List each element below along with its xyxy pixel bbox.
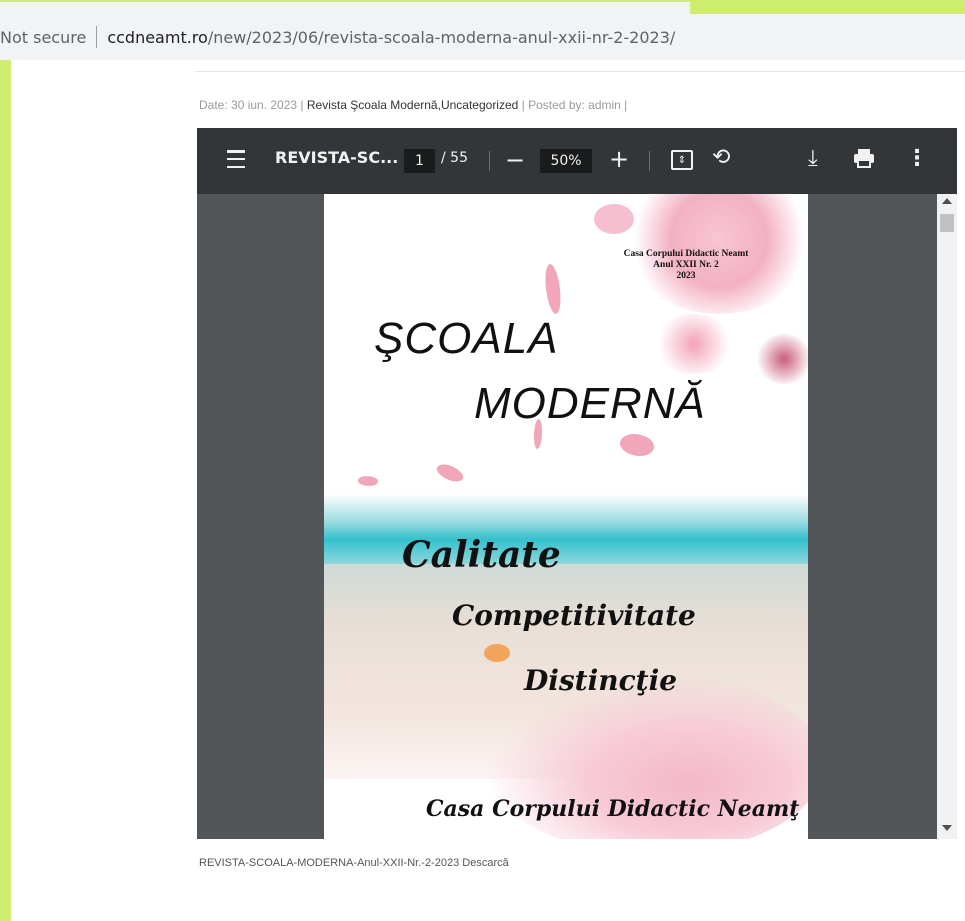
cover-publisher: Casa Corpului Didactic Neamt Anul XXII N… [606,249,766,282]
page-number-input[interactable]: 1 [404,149,435,173]
motto-quality: Calitate [402,534,561,576]
magnolia-bud [594,204,634,234]
post-categories-link[interactable]: Revista Şcoala Modernă,Uncategorized [307,98,518,112]
post-date: Date: 30 iun. 2023 | [199,98,304,112]
top-divider [195,71,965,72]
address-divider [96,26,98,48]
page-total: / 55 [441,150,468,166]
sea-background [324,494,808,564]
file-footer: REVISTA-SCOALA-MODERNA-Anul-XXII-Nr.-2-2… [199,857,509,869]
publisher-name: Casa Corpului Didactic Neamt [623,249,749,259]
scroll-up-arrow-icon[interactable] [942,198,952,204]
pdf-document-title: REVISTA-SC... [275,148,399,167]
url-path[interactable]: /new/2023/06/revista-scoala-moderna-anul… [208,28,675,47]
tab-strip-edge [690,2,965,14]
issue-number: Anul XXII Nr. 2 [653,260,719,270]
magnolia-bloom [754,334,808,384]
pdf-toolbar: REVISTA-SC... 1 / 55 − 50% + ⇕ ⟲ ⤓ ⋮ [197,128,957,194]
file-name-link[interactable]: REVISTA-SCOALA-MODERNA-Anul-XXII-Nr.-2-2… [199,857,459,869]
web-page: Date: 30 iun. 2023 | Revista Şcoala Mode… [11,60,965,921]
zoom-input[interactable]: 50% [540,149,592,173]
falling-petal [541,263,565,315]
cover-footer: Casa Corpului Didactic Neamţ [426,796,800,822]
zoom-in-icon[interactable]: + [609,145,629,173]
pdf-page-cover: Casa Corpului Didactic Neamt Anul XXII N… [324,194,808,839]
menu-icon[interactable] [225,150,247,168]
issue-year: 2023 [676,271,696,281]
download-link[interactable]: Descarcă [462,857,508,869]
seashell [484,644,510,662]
rotate-icon[interactable]: ⟲ [712,145,730,170]
browser-tab-strip [0,2,700,14]
fit-page-icon[interactable]: ⇕ [671,150,693,170]
toolbar-divider [489,151,490,171]
motto-distinction: Distincţie [524,664,678,697]
scroll-thumb[interactable] [940,214,954,232]
magnolia-bloom [654,314,734,374]
zoom-out-icon[interactable]: − [505,146,525,174]
falling-petal [434,459,466,487]
falling-petal [617,428,657,462]
security-indicator[interactable]: Not secure [0,28,86,47]
download-icon[interactable]: ⤓ [808,146,818,171]
scroll-down-arrow-icon[interactable] [942,825,952,831]
motto-competitiveness: Competitivitate [452,599,696,632]
pdf-viewer[interactable]: REVISTA-SC... 1 / 55 − 50% + ⇕ ⟲ ⤓ ⋮ Cas… [197,128,957,839]
url-host[interactable]: ccdneamt.ro [107,28,208,47]
post-author: | Posted by: admin | [521,98,628,112]
toolbar-divider [649,151,650,171]
post-meta: Date: 30 iun. 2023 | Revista Şcoala Mode… [199,98,627,112]
print-icon[interactable] [853,148,875,168]
cover-title-line1: ŞCOALA [374,314,559,363]
address-bar[interactable]: Not secure ccdneamt.ro/new/2023/06/revis… [0,14,965,60]
pdf-scrollbar[interactable] [937,194,957,839]
more-options-icon[interactable]: ⋮ [906,146,928,171]
cover-title-line2: MODERNĂ [474,379,706,428]
falling-petal [357,474,379,488]
